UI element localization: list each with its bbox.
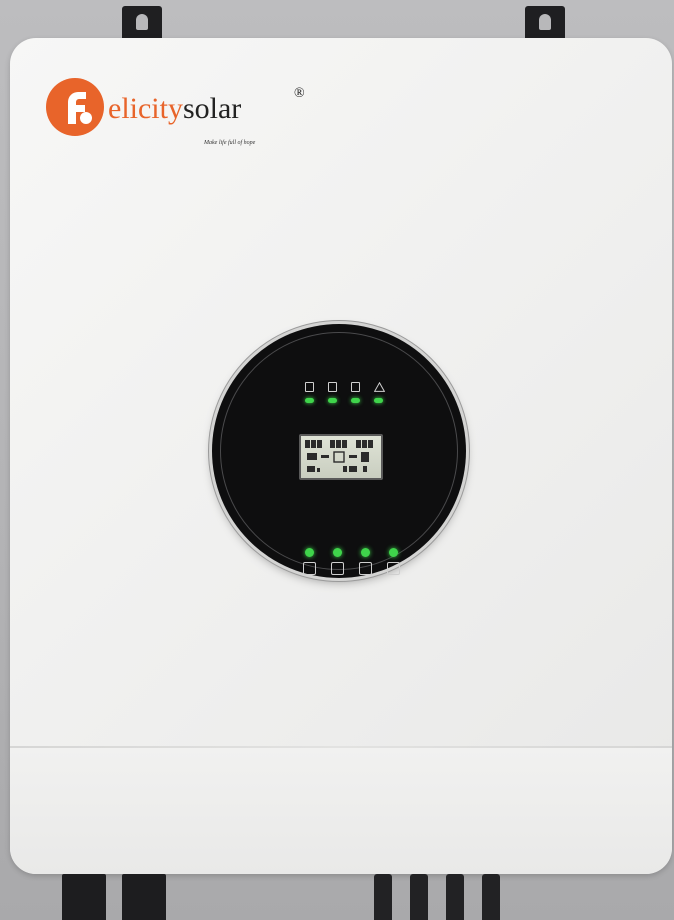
button-led bbox=[361, 548, 370, 557]
solar-panel-icon bbox=[328, 382, 337, 392]
registered-mark: ® bbox=[294, 86, 305, 101]
indicator-led bbox=[374, 398, 383, 403]
indicator-led bbox=[351, 398, 360, 403]
brand-name-primary: elicity bbox=[108, 92, 183, 125]
control-panel bbox=[212, 324, 466, 578]
cable-gland-right bbox=[122, 874, 166, 920]
brand-name-secondary: solar bbox=[182, 92, 242, 125]
pv-connector-2 bbox=[410, 874, 428, 920]
button-led bbox=[389, 548, 398, 557]
pv-connector-1 bbox=[374, 874, 392, 920]
brand-tagline: Make life full of hope bbox=[204, 140, 256, 146]
lcd-segments-icon bbox=[305, 440, 373, 472]
cable-gland-left bbox=[62, 874, 106, 920]
indicator-led bbox=[305, 398, 314, 403]
brand-wordmark: elicitysolar bbox=[108, 92, 241, 126]
pv-connector-3 bbox=[446, 874, 464, 920]
battery-status-icon bbox=[305, 382, 314, 392]
lcd-display bbox=[299, 434, 383, 480]
pv-connector-4 bbox=[482, 874, 500, 920]
up-button-icon[interactable] bbox=[331, 562, 344, 575]
button-led bbox=[333, 548, 342, 557]
indicator-led bbox=[328, 398, 337, 403]
bottom-cover bbox=[10, 748, 672, 874]
escape-button-icon[interactable] bbox=[387, 562, 400, 575]
enter-button-icon[interactable] bbox=[303, 562, 316, 575]
cover-seam bbox=[10, 746, 672, 748]
logo-f-mark-icon bbox=[68, 92, 92, 124]
warning-icon bbox=[374, 382, 385, 392]
inverter-housing: elicitysolar ® Make life full of hope bbox=[10, 38, 672, 874]
down-button-icon[interactable] bbox=[359, 562, 372, 575]
grid-status-icon bbox=[351, 382, 360, 392]
logo-circle-icon bbox=[46, 78, 104, 136]
button-led bbox=[305, 548, 314, 557]
